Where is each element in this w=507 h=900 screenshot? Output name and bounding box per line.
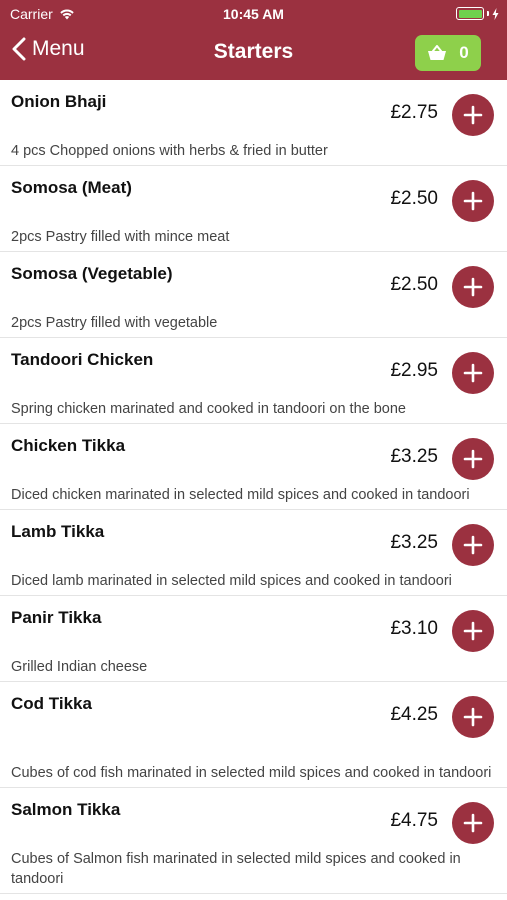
item-description: Spring chicken marinated and cooked in t… — [11, 401, 406, 417]
menu-item: Cod Tikka £4.25 Cubes of cod fish marina… — [0, 682, 507, 788]
item-price: £4.25 — [390, 704, 438, 725]
menu-item: Chicken Tikka £3.25 Diced chicken marina… — [0, 424, 507, 510]
plus-icon — [463, 363, 483, 383]
plus-icon — [463, 191, 483, 211]
menu-item: Onion Bhaji £2.75 4 pcs Chopped onions w… — [0, 80, 507, 166]
item-description: 2pcs Pastry filled with mince meat — [11, 229, 230, 245]
menu-item-list: Onion Bhaji £2.75 4 pcs Chopped onions w… — [0, 80, 507, 894]
item-description: Cubes of cod fish marinated in selected … — [11, 765, 492, 781]
plus-icon — [463, 449, 483, 469]
add-to-basket-button[interactable] — [452, 438, 494, 480]
item-description: 2pcs Pastry filled with vegetable — [11, 315, 218, 331]
item-description: Diced chicken marinated in selected mild… — [11, 487, 470, 503]
menu-item: Somosa (Meat) £2.50 2pcs Pastry filled w… — [0, 166, 507, 252]
battery-icon — [456, 7, 499, 20]
add-to-basket-button[interactable] — [452, 180, 494, 222]
add-to-basket-button[interactable] — [452, 94, 494, 136]
plus-icon — [463, 813, 483, 833]
menu-item: Salmon Tikka £4.75 Cubes of Salmon fish … — [0, 788, 507, 894]
item-price: £2.50 — [390, 188, 438, 209]
item-price: £2.50 — [390, 274, 438, 295]
plus-icon — [463, 105, 483, 125]
item-description: Grilled Indian cheese — [11, 659, 148, 675]
nav-bar: Menu Starters 0 — [0, 28, 507, 80]
menu-item: Somosa (Vegetable) £2.50 2pcs Pastry fil… — [0, 252, 507, 338]
menu-item: Tandoori Chicken £2.95 Spring chicken ma… — [0, 338, 507, 424]
item-price: £3.25 — [390, 532, 438, 553]
menu-item: Lamb Tikka £3.25 Diced lamb marinated in… — [0, 510, 507, 596]
item-price: £3.25 — [390, 446, 438, 467]
plus-icon — [463, 707, 483, 727]
item-description: 4 pcs Chopped onions with herbs & fried … — [11, 143, 328, 159]
basket-button[interactable]: 0 — [415, 35, 481, 71]
charging-icon — [492, 7, 499, 20]
plus-icon — [463, 621, 483, 641]
add-to-basket-button[interactable] — [452, 266, 494, 308]
plus-icon — [463, 535, 483, 555]
add-to-basket-button[interactable] — [452, 696, 494, 738]
add-to-basket-button[interactable] — [452, 610, 494, 652]
item-description: Cubes of Salmon fish marinated in select… — [11, 851, 461, 887]
status-time: 10:45 AM — [223, 6, 284, 22]
item-price: £4.75 — [390, 810, 438, 831]
plus-icon — [463, 277, 483, 297]
basket-count: 0 — [459, 43, 469, 62]
add-to-basket-button[interactable] — [452, 802, 494, 844]
status-bar: Carrier 10:45 AM — [0, 0, 507, 28]
top-bar: Carrier 10:45 AM Menu Starters 0 — [0, 0, 507, 80]
item-price: £2.95 — [390, 360, 438, 381]
item-price: £3.10 — [390, 618, 438, 639]
item-description: Diced lamb marinated in selected mild sp… — [11, 573, 452, 589]
add-to-basket-button[interactable] — [452, 352, 494, 394]
menu-item: Panir Tikka £3.10 Grilled Indian cheese — [0, 596, 507, 682]
add-to-basket-button[interactable] — [452, 524, 494, 566]
basket-icon — [428, 45, 447, 60]
item-price: £2.75 — [390, 102, 438, 123]
